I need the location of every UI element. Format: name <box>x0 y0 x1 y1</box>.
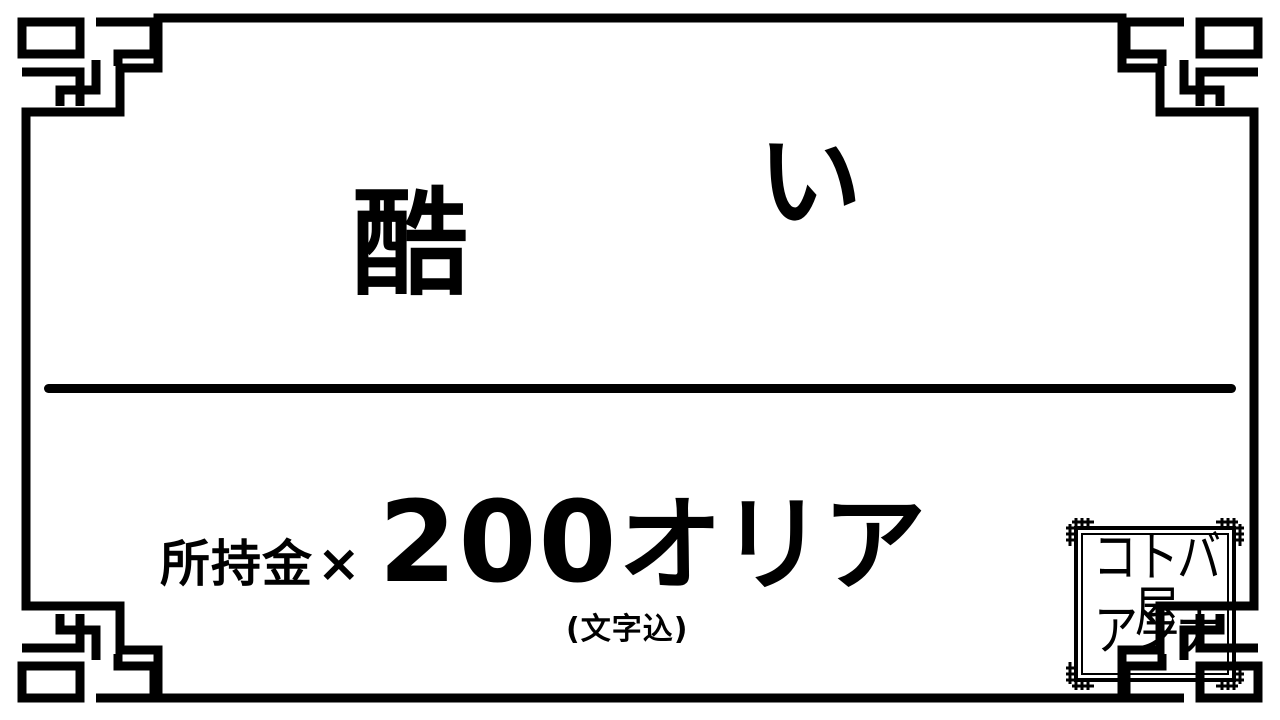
price-label: 所持金 <box>160 535 313 593</box>
shop-logo-stamp: コトバ屋 アンナ <box>1064 516 1246 692</box>
word-character-2: い <box>758 120 863 243</box>
corner-fret-bottom-left <box>17 614 159 703</box>
price-row: 所持金 × 200 オリア <box>160 460 926 610</box>
price-unit: オリア <box>618 484 926 606</box>
stamp-text-line-2: アンナ <box>1093 599 1220 664</box>
divider-line <box>44 384 1236 393</box>
price-amount: 200 <box>378 478 619 608</box>
price-multiplier-sign: × <box>317 534 361 594</box>
price-note: (文字込) <box>566 612 689 647</box>
word-character-1: 酷 <box>352 176 468 312</box>
